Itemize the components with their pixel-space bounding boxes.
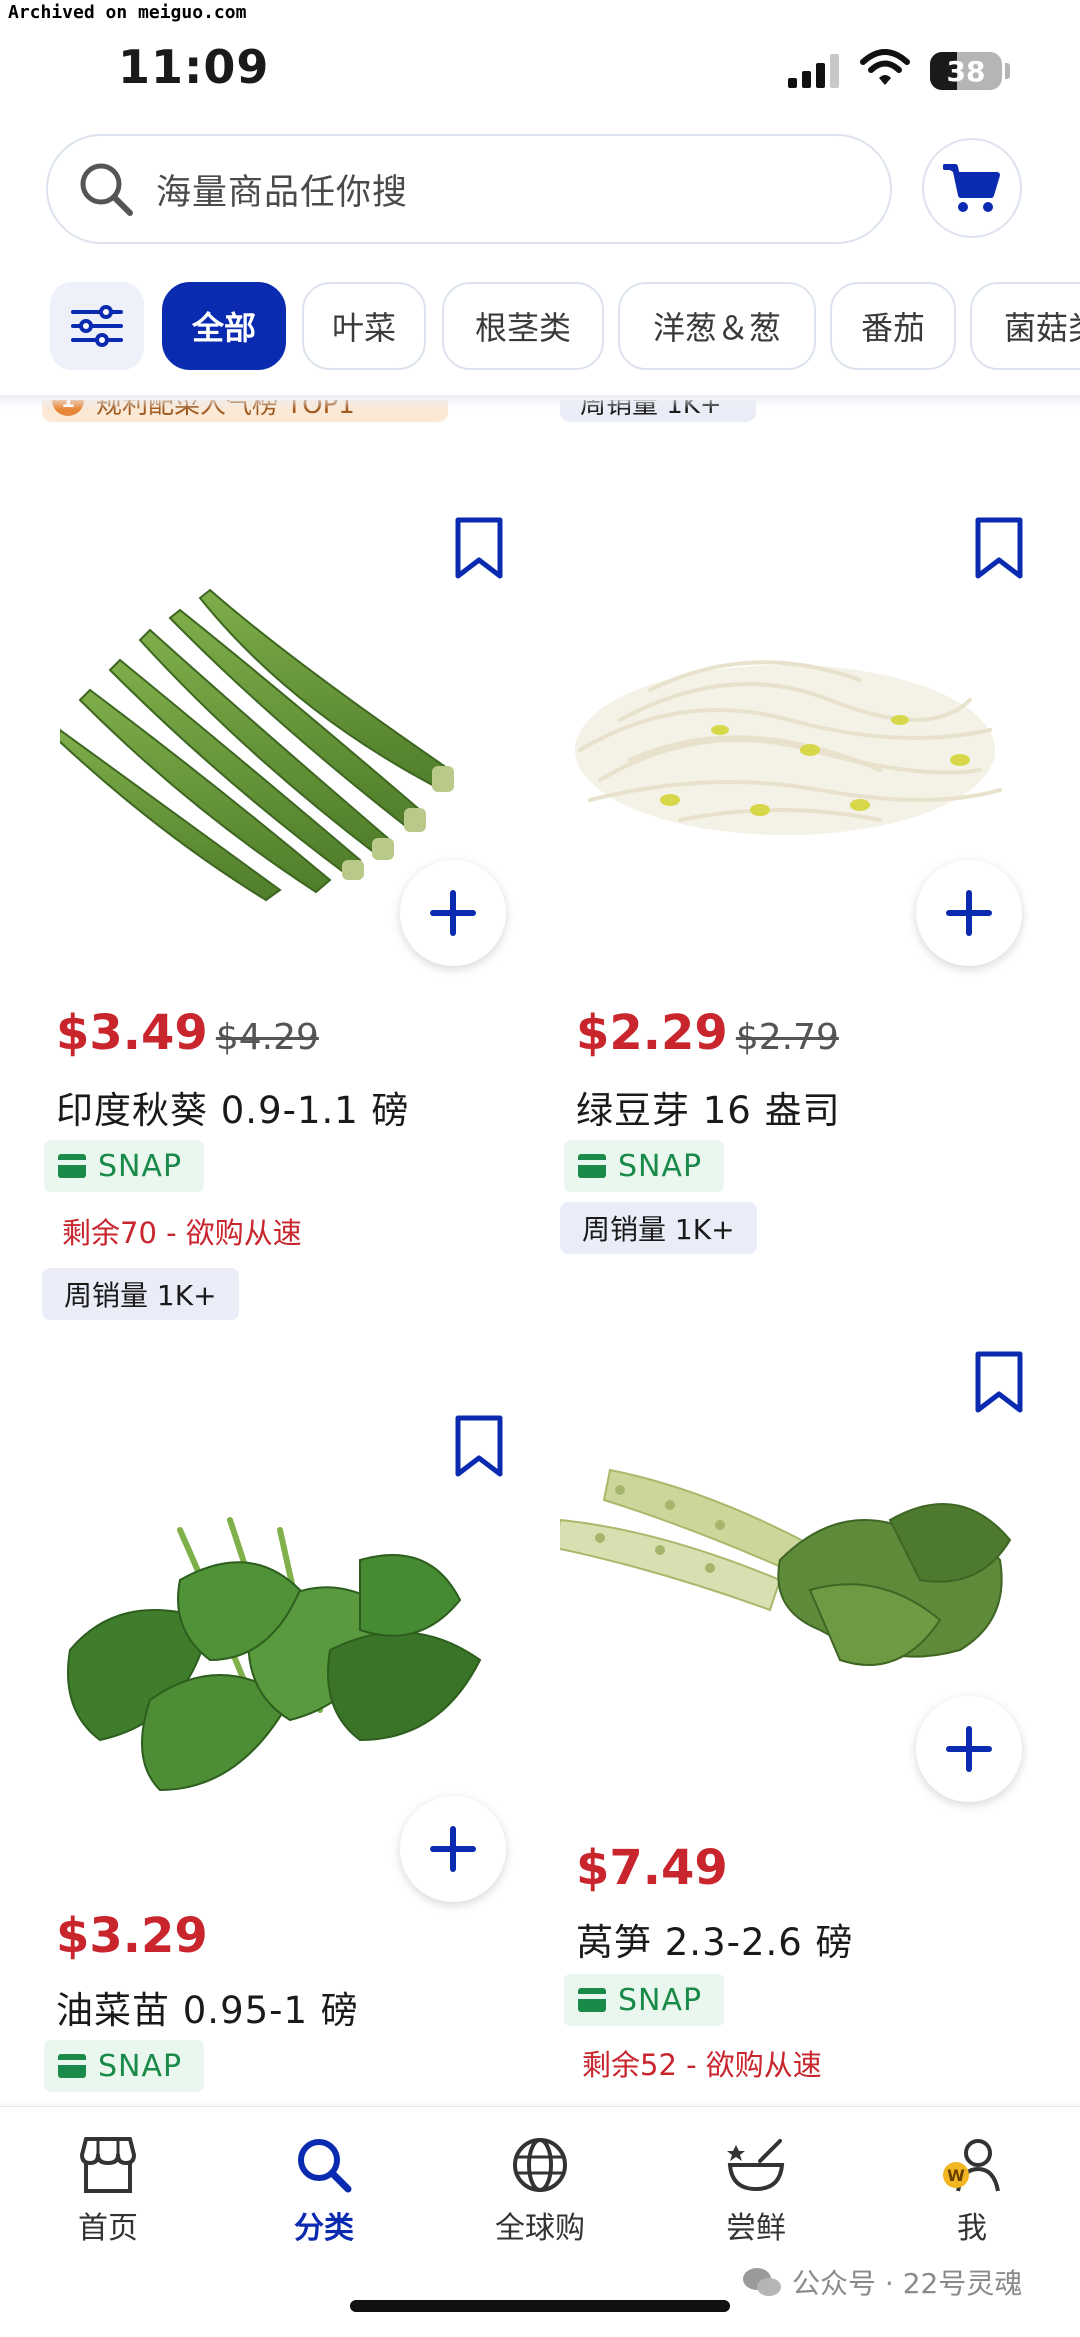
store-icon: [80, 2137, 136, 2193]
snap-badge: SNAP: [564, 1974, 725, 2026]
battery-indicator: 38: [930, 52, 1002, 90]
nav-fresh-label: 尝鲜: [726, 2211, 786, 2246]
product-card[interactable]: $3.49 $4.29 印度秋葵 0.9-1.1 磅 SNAP 剩余70 - 欲…: [0, 500, 506, 1340]
product-name: 绿豆芽 16 盎司: [576, 1089, 841, 1132]
nav-global[interactable]: 全球购: [470, 2135, 610, 2246]
cart-icon: [943, 164, 1000, 212]
globe-icon: [513, 2138, 567, 2192]
celtuce-image: [560, 1468, 1012, 1666]
plus-icon: [946, 890, 992, 936]
cellular-signal-icon: [788, 54, 839, 88]
plus-icon: [946, 1726, 992, 1772]
snap-label: SNAP: [618, 1982, 703, 2018]
search-input[interactable]: 海量商品任你搜: [46, 134, 892, 244]
tab-mushroom[interactable]: 菌菇类: [970, 282, 1080, 370]
sales-tag: 周销量 1K+: [560, 1202, 757, 1254]
watermark-text: 公众号 · 22号灵魂: [792, 2267, 1023, 2300]
add-to-cart-button[interactable]: [400, 1796, 506, 1902]
sales-tag: 周销量 1K+: [42, 1268, 239, 1320]
bowl-icon: [727, 2139, 785, 2192]
stock-warning: 剩余52 - 欲购从速: [582, 2048, 822, 2082]
product-name: 油菜苗 0.95-1 磅: [56, 1989, 359, 2032]
add-to-cart-button[interactable]: [916, 1696, 1022, 1802]
app-screen: Archived on meiguo.com 11:09 38 海量商品任你搜: [0, 0, 1080, 2337]
header-shadow: [0, 395, 1080, 409]
original-price: $2.79: [735, 1017, 839, 1058]
tab-root[interactable]: 根茎类: [442, 282, 604, 370]
yu-choy-image: [67, 1517, 482, 1792]
snap-card-icon: [58, 2054, 86, 2078]
nav-category-label: 分类: [294, 2211, 354, 2246]
nav-global-label: 全球购: [495, 2211, 585, 2246]
price: $3.49: [56, 1005, 208, 1061]
nav-me-label: 我: [957, 2211, 987, 2246]
price-row: $3.29: [56, 1908, 208, 1964]
battery-percent: 38: [946, 54, 986, 88]
snap-badge: SNAP: [44, 2040, 205, 2092]
snap-label: SNAP: [98, 2048, 183, 2084]
price: $3.29: [56, 1908, 208, 1964]
search-icon: [80, 163, 133, 216]
product-card[interactable]: $7.49 莴笋 2.3-2.6 磅 SNAP 剩余52 - 欲购从速: [520, 1340, 1023, 2100]
okra-image: [60, 588, 454, 902]
nav-me[interactable]: W 我: [902, 2135, 1042, 2246]
product-card[interactable]: $3.29 油菜苗 0.95-1 磅 SNAP: [0, 1400, 506, 2100]
nav-category[interactable]: 分类: [254, 2135, 394, 2246]
bean-sprouts-image: [575, 660, 1002, 835]
wechat-watermark: 公众号 · 22号灵魂: [742, 2262, 1022, 2302]
snap-badge: SNAP: [564, 1140, 725, 1192]
tab-onion[interactable]: 洋葱＆葱: [618, 282, 816, 370]
add-to-cart-button[interactable]: [916, 860, 1022, 966]
svg-text:W: W: [947, 2166, 965, 2185]
add-to-cart-button[interactable]: [400, 860, 506, 966]
plus-icon: [430, 1826, 476, 1872]
original-price: $4.29: [215, 1017, 319, 1058]
home-indicator[interactable]: [350, 2300, 730, 2312]
bookmark-icon[interactable]: [972, 1350, 1026, 1414]
category-tabs: 全部 叶菜 根茎类 洋葱＆葱 番茄 菌菇类: [0, 280, 1080, 372]
battery-nub: [1005, 63, 1010, 79]
plus-icon: [430, 890, 476, 936]
snap-card-icon: [578, 1154, 606, 1178]
snap-card-icon: [578, 1988, 606, 2012]
archive-watermark: Archived on meiguo.com: [0, 0, 255, 26]
tab-all[interactable]: 全部: [162, 282, 286, 370]
price-row: $3.49 $4.29: [56, 1005, 319, 1061]
tab-leafy[interactable]: 叶菜: [302, 282, 426, 370]
cart-button[interactable]: [922, 138, 1022, 238]
stock-warning: 剩余70 - 欲购从速: [62, 1216, 302, 1250]
snap-card-icon: [58, 1154, 86, 1178]
filter-icon: [71, 305, 123, 347]
tab-tomato[interactable]: 番茄: [830, 282, 956, 370]
nav-fresh[interactable]: 尝鲜: [686, 2135, 826, 2246]
bookmark-icon[interactable]: [972, 516, 1026, 580]
product-name: 印度秋葵 0.9-1.1 磅: [56, 1089, 410, 1132]
price: $2.29: [576, 1005, 728, 1061]
wifi-icon: [860, 49, 910, 85]
snap-label: SNAP: [618, 1148, 703, 1184]
wechat-icon: [743, 2268, 781, 2296]
profile-icon: W: [943, 2139, 1000, 2192]
nav-home[interactable]: 首页: [38, 2135, 178, 2246]
search-icon: [298, 2139, 352, 2193]
price-row: $2.29 $2.79: [576, 1005, 839, 1061]
status-time: 11:09: [118, 40, 270, 94]
bookmark-icon[interactable]: [452, 1414, 506, 1478]
search-placeholder: 海量商品任你搜: [156, 172, 409, 213]
snap-badge: SNAP: [44, 1140, 205, 1192]
filter-button[interactable]: [50, 282, 144, 370]
nav-home-label: 首页: [78, 2211, 138, 2246]
snap-label: SNAP: [98, 1148, 183, 1184]
price-row: $7.49: [576, 1840, 728, 1896]
product-name: 莴笋 2.3-2.6 磅: [576, 1921, 854, 1964]
product-card[interactable]: $2.29 $2.79 绿豆芽 16 盎司 SNAP 周销量 1K+: [520, 500, 1023, 1300]
price: $7.49: [576, 1840, 728, 1896]
